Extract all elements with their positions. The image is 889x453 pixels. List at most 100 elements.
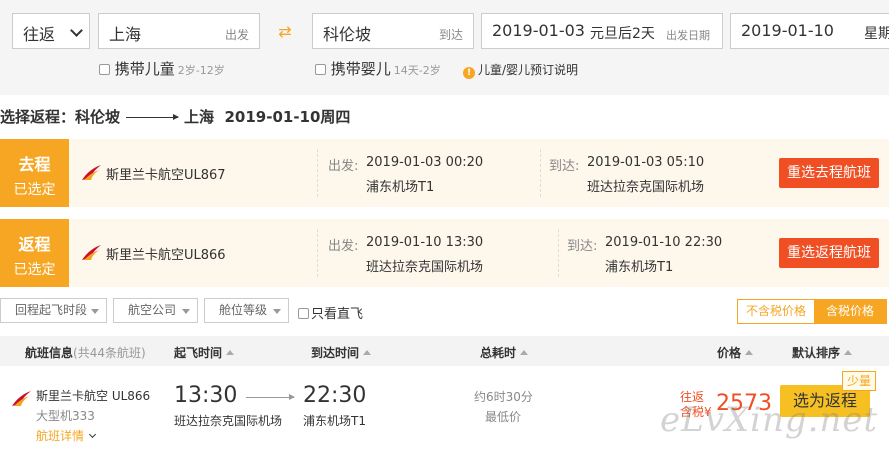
search-bar: 往返 上海 出发 ⇄ 科伦坡 到达 2019-01-03 元旦后2天 出发日期 …	[0, 0, 889, 95]
return-date-input[interactable]: 2019-01-10 星期	[730, 13, 889, 49]
inbound-dep-label: 出发:	[328, 239, 359, 254]
chevron-down-icon	[70, 24, 83, 37]
trip-type-select[interactable]: 往返	[12, 13, 90, 49]
inbound-arr-time: 2019-01-10 22:30	[605, 235, 723, 250]
from-hint: 出发	[224, 28, 249, 42]
return-weekday: 星期	[864, 26, 889, 42]
depart-hint: 出发日期	[666, 29, 710, 42]
divider	[540, 149, 541, 197]
sort-icon	[844, 350, 853, 355]
direct-only-option[interactable]: 只看直飞	[298, 303, 363, 322]
sort-default-label: 默认排序	[792, 346, 841, 360]
inbound-selected-card: 返程 已选定 斯里兰卡航空UL866 出发: 2019-01-10 13:30 …	[0, 219, 889, 287]
depart-date-value: 2019-01-03	[492, 21, 585, 40]
from-city-value: 上海	[109, 25, 142, 44]
row-airline: 斯里兰卡航空 UL866	[36, 389, 151, 403]
inbound-arr-airport: 浦东机场T1	[605, 260, 674, 275]
few-seats-badge: 少量	[842, 371, 876, 391]
sort-price[interactable]: 价格	[717, 344, 754, 361]
child-checkbox[interactable]	[99, 64, 110, 75]
sort-departure-label: 起飞时间	[174, 346, 223, 360]
sort-duration-label: 总耗时	[480, 346, 517, 360]
infant-age: 14天-2岁	[393, 64, 441, 77]
to-city-input[interactable]: 科伦坡 到达	[312, 13, 474, 49]
infant-checkbox[interactable]	[315, 64, 326, 75]
chevron-down-icon	[88, 430, 97, 439]
booking-info-link[interactable]: ! 儿童/婴儿预订说明	[463, 61, 578, 79]
divider	[558, 229, 559, 277]
inbound-tag-title: 返程	[18, 235, 51, 254]
airline-filter[interactable]: 航空公司	[113, 298, 198, 323]
row-arr-airport: 浦东机场T1	[303, 414, 366, 428]
col-flight-info-label: 航班信息	[25, 346, 74, 360]
direct-only-checkbox[interactable]	[298, 308, 309, 319]
trip-type-value: 往返	[23, 25, 56, 44]
srilankan-airlines-logo-icon	[12, 391, 31, 406]
child-label: 携带儿童	[114, 60, 175, 78]
table-header: 航班信息(共44条航班) 起飞时间 到达时间 总耗时 价格 默认排序	[0, 336, 889, 366]
sort-price-label: 价格	[717, 346, 742, 360]
child-age: 2岁-12岁	[177, 64, 225, 77]
tax-excluded-option[interactable]: 不含税价格	[738, 300, 814, 323]
sort-departure[interactable]: 起飞时间	[174, 344, 235, 361]
infant-option[interactable]: 携带婴儿 14天-2岁	[315, 58, 441, 79]
outbound-arr-airport: 班达拉奈克国际机场	[587, 180, 705, 195]
outbound-selected-card: 去程 已选定 斯里兰卡航空UL867 出发: 2019-01-03 00:20 …	[0, 139, 889, 207]
caret-down-icon	[182, 309, 190, 314]
child-option[interactable]: 携带儿童 2岁-12岁	[99, 58, 225, 79]
inbound-tag-status: 已选定	[13, 262, 56, 278]
sort-icon	[520, 350, 529, 355]
row-dep-airport: 班达拉奈克国际机场	[174, 414, 283, 428]
caret-down-icon	[91, 309, 99, 314]
row-aircraft: 大型机333	[36, 409, 95, 423]
booking-info-label: 儿童/婴儿预订说明	[478, 63, 579, 77]
inbound-tag: 返程 已选定	[0, 219, 69, 287]
srilankan-airlines-logo-icon	[82, 245, 101, 260]
flight-details-label: 航班详情	[36, 429, 85, 443]
airline-filter-label: 航空公司	[128, 303, 177, 317]
sort-arrival-label: 到达时间	[311, 346, 360, 360]
outbound-dep-time: 2019-01-03 00:20	[366, 155, 484, 170]
tax-price-toggle: 不含税价格 含税价格	[737, 299, 887, 324]
title-prefix: 选择返程：科伦坡	[0, 108, 121, 126]
swap-cities-icon[interactable]: ⇄	[273, 22, 297, 42]
divider	[317, 229, 318, 277]
col-flight-info: 航班信息(共44条航班)	[25, 344, 146, 361]
outbound-airline: 斯里兰卡航空UL867	[106, 168, 226, 183]
reselect-outbound-button[interactable]: 重选去程航班	[779, 158, 879, 188]
flight-count: (共44条航班)	[73, 346, 146, 360]
title-date: 2019-01-10周四	[224, 108, 351, 126]
flight-details-link[interactable]: 航班详情	[36, 427, 97, 444]
divider	[317, 149, 318, 197]
depart-holiday: 元旦后2天	[590, 26, 655, 42]
sort-default[interactable]: 默认排序	[792, 344, 853, 361]
srilankan-airlines-logo-icon	[82, 165, 101, 180]
inbound-dep-time: 2019-01-10 13:30	[366, 235, 484, 250]
title-dest: 上海	[184, 108, 215, 126]
departure-time-filter[interactable]: 回程起飞时段	[0, 298, 107, 323]
outbound-tag-status: 已选定	[13, 182, 56, 198]
arrow-right-icon	[126, 114, 180, 120]
cabin-filter[interactable]: 舱位等级	[204, 298, 289, 323]
inbound-airline: 斯里兰卡航空UL866	[106, 248, 226, 263]
arrow-right-icon	[246, 394, 295, 400]
sort-duration[interactable]: 总耗时	[480, 344, 529, 361]
tax-included-option[interactable]: 含税价格	[814, 300, 886, 323]
outbound-arr-time: 2019-01-03 05:10	[587, 155, 705, 170]
row-lowest-label: 最低价	[485, 410, 522, 424]
from-city-input[interactable]: 上海 出发	[98, 13, 260, 49]
sort-arrival[interactable]: 到达时间	[311, 344, 372, 361]
reselect-inbound-button[interactable]: 重选返程航班	[779, 238, 879, 268]
row-duration: 约6时30分	[474, 390, 533, 404]
return-date-value: 2019-01-10	[741, 21, 834, 40]
outbound-tag-title: 去程	[18, 155, 51, 174]
inbound-arr-label: 到达:	[567, 239, 598, 254]
row-dep-time: 13:30	[174, 383, 238, 408]
departure-time-filter-label: 回程起飞时段	[15, 303, 88, 317]
depart-date-input[interactable]: 2019-01-03 元旦后2天 出发日期	[481, 13, 723, 49]
page-title: 选择返程：科伦坡 上海 2019-01-10周四	[0, 106, 350, 127]
outbound-dep-airport: 浦东机场T1	[366, 180, 435, 195]
outbound-dep-label: 出发:	[328, 159, 359, 174]
watermark: eLvXing.net	[660, 400, 879, 440]
infant-label: 携带婴儿	[330, 60, 391, 78]
